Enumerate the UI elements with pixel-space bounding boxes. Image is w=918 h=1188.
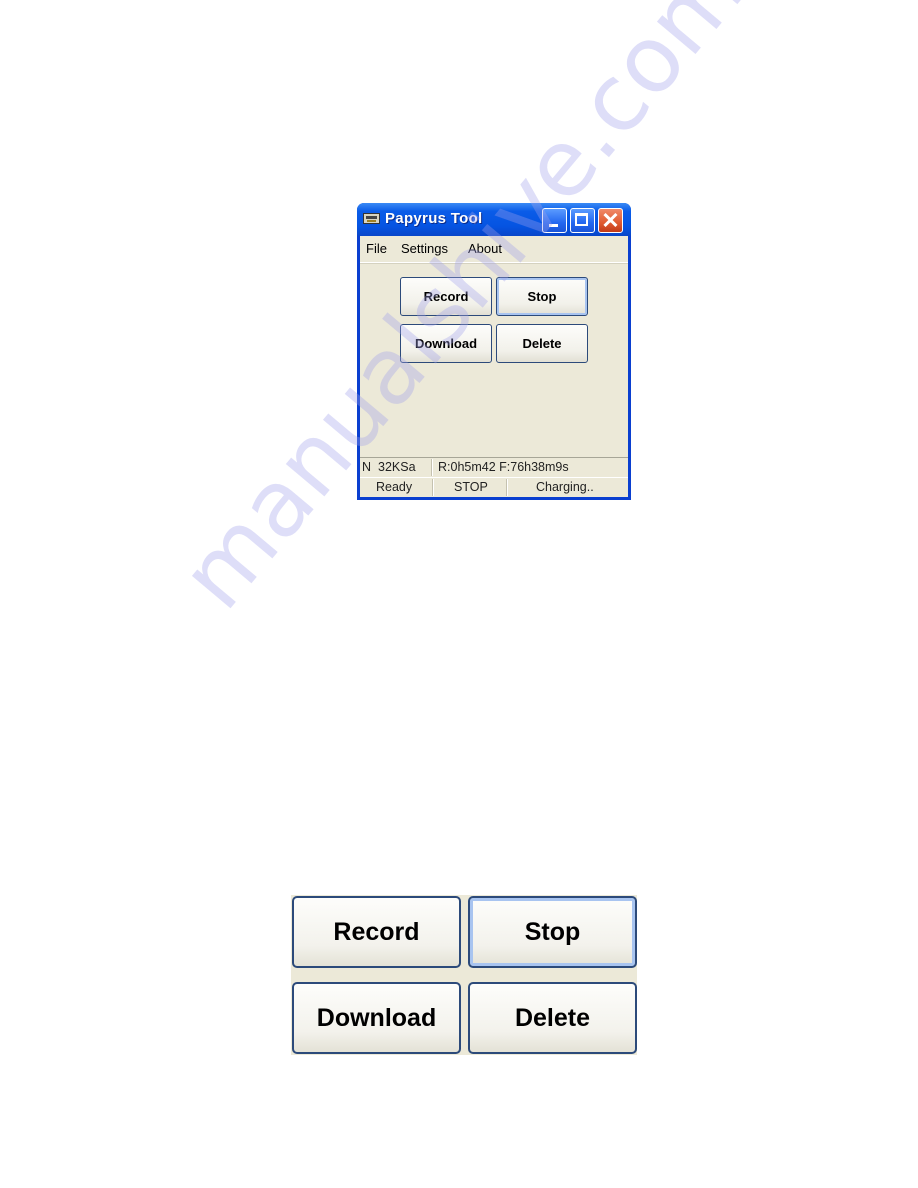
minimize-button[interactable] [542, 208, 567, 233]
delete-button[interactable]: Delete [496, 324, 588, 363]
menu-file[interactable]: File [366, 241, 387, 256]
maximize-button[interactable] [570, 208, 595, 233]
window-title: Papyrus Tool [385, 210, 483, 227]
status-times: R:0h5m42 F:76h38m9s [438, 460, 569, 474]
download-button-enlarged[interactable]: Download [292, 982, 461, 1054]
client-area: File Settings About Record Stop Download… [360, 236, 628, 497]
menu-settings[interactable]: Settings [401, 241, 448, 256]
record-button[interactable]: Record [400, 277, 492, 316]
menu-about[interactable]: About [468, 241, 502, 256]
status-divider [432, 479, 434, 496]
status-power: Charging.. [536, 480, 594, 494]
title-bar[interactable]: Papyrus Tool ✕ [357, 203, 631, 236]
close-icon: ✕ [601, 208, 620, 233]
status-mode: N [362, 460, 372, 474]
app-window: Papyrus Tool ✕ File Settings About Recor… [357, 203, 631, 500]
status-divider [506, 479, 508, 496]
enlarged-button-panel: Record Stop Download Delete [291, 895, 637, 1055]
status-ready: Ready [376, 480, 413, 494]
menu-bar: File Settings About [360, 236, 628, 263]
status-bar-state: Ready STOP Charging.. [360, 478, 628, 497]
close-button[interactable]: ✕ [598, 208, 623, 233]
status-bar-info: N 32KSa R:0h5m42 F:76h38m9s [360, 457, 628, 478]
cassette-recorder-icon [363, 213, 380, 224]
download-button[interactable]: Download [400, 324, 492, 363]
status-divider [431, 459, 433, 476]
status-recorder: STOP [454, 480, 488, 494]
stop-button-enlarged[interactable]: Stop [468, 896, 637, 968]
status-sample-rate: 32KSa [378, 460, 416, 474]
stop-button[interactable]: Stop [496, 277, 588, 316]
delete-button-enlarged[interactable]: Delete [468, 982, 637, 1054]
record-button-enlarged[interactable]: Record [292, 896, 461, 968]
